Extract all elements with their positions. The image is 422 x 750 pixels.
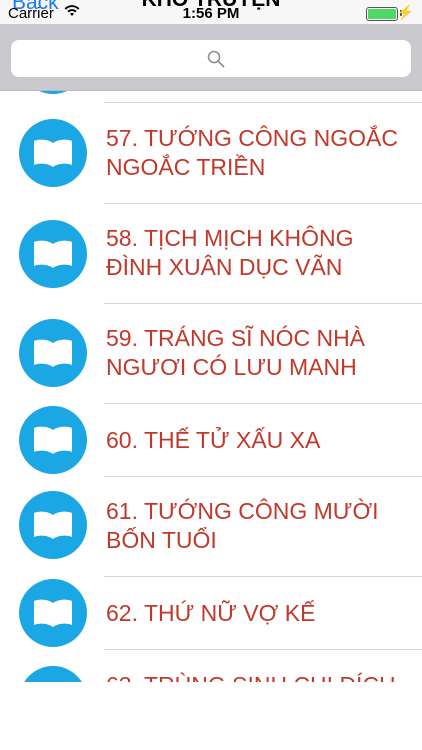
list-item[interactable]: 59. TRÁNG SĨ NÓC NHÀ NGƯƠI CÓ LƯU MANH (0, 304, 422, 404)
charging-bolt-icon: ⚡ (396, 4, 414, 20)
list-item[interactable]: 60. THẾ TỬ XẤU XA (0, 404, 422, 476)
status-bar: Back KHO TRUYỆN Carrier 1:56 PM ⚡ (0, 0, 422, 24)
story-list[interactable]: 57. TƯỚNG CÔNG NGOẮC NGOẮC TRIỀN 58. TỊC… (0, 90, 422, 682)
book-icon (19, 119, 87, 187)
bottom-area (0, 682, 422, 750)
book-glyph (34, 511, 72, 539)
book-glyph (34, 599, 72, 627)
list-item[interactable]: 57. TƯỚNG CÔNG NGOẮC NGOẮC TRIỀN (0, 103, 422, 203)
book-glyph (34, 240, 72, 268)
list-item-title: 57. TƯỚNG CÔNG NGOẮC NGOẮC TRIỀN (106, 125, 398, 180)
list-item[interactable]: 63. TRÙNG SINH CHI ĐÍCH (0, 650, 422, 682)
search-field[interactable] (11, 40, 411, 77)
list-item[interactable] (0, 90, 422, 102)
list-item-title: 62. THỨ NỮ VỢ KẾ (106, 600, 316, 626)
book-icon (19, 666, 87, 682)
list-item-title: 61. TƯỚNG CÔNG MƯỜI BỐN TUỔI (106, 498, 379, 553)
list-item[interactable]: 61. TƯỚNG CÔNG MƯỜI BỐN TUỔI (0, 477, 422, 577)
book-icon (19, 220, 87, 288)
book-glyph (34, 139, 72, 167)
book-icon (19, 579, 87, 647)
book-icon (19, 491, 87, 559)
battery-fill (368, 9, 396, 19)
list-item-title: 60. THẾ TỬ XẤU XA (106, 427, 321, 453)
list-item-title: 59. TRÁNG SĨ NÓC NHÀ NGƯƠI CÓ LƯU MANH (106, 325, 366, 380)
list-item[interactable]: 58. TỊCH MỊCH KHÔNG ĐÌNH XUÂN DỤC VÃN (0, 204, 422, 304)
list-item-title: 63. TRÙNG SINH CHI ĐÍCH (106, 671, 406, 682)
clock: 1:56 PM (182, 5, 240, 22)
book-glyph (34, 426, 72, 454)
book-glyph (34, 339, 72, 367)
search-icon (207, 50, 225, 68)
list-item[interactable]: 62. THỨ NỮ VỢ KẾ (0, 577, 422, 649)
search-bar (0, 24, 422, 91)
list-item-title: 58. TỊCH MỊCH KHÔNG ĐÌNH XUÂN DỤC VÃN (106, 225, 354, 280)
battery-icon (366, 7, 398, 21)
book-icon (19, 406, 87, 474)
book-icon (19, 319, 87, 387)
